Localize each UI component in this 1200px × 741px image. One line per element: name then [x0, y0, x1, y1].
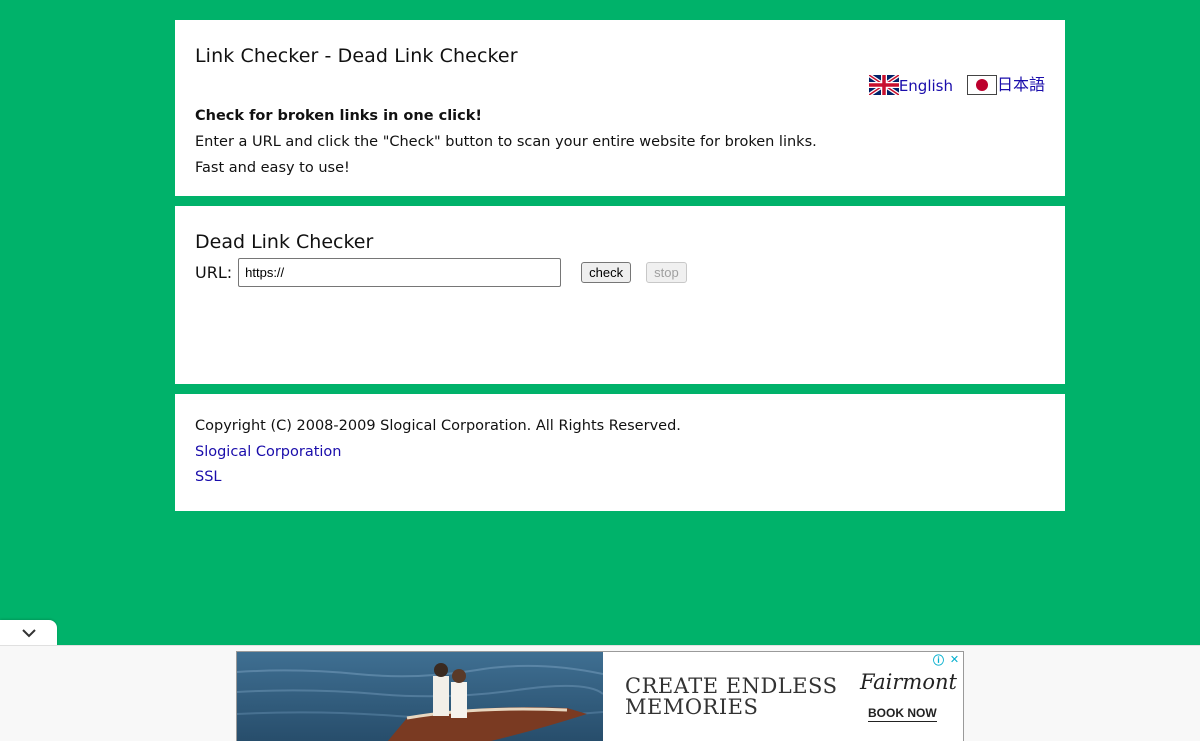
info-icon[interactable]: ⓘ [932, 653, 945, 667]
language-label-japanese: 日本語 [996, 75, 1045, 94]
ad-headline: CREATE ENDLESS MEMORIES [625, 676, 837, 718]
footer-link-slogical[interactable]: Slogical Corporation [195, 440, 681, 466]
language-label-english: English [898, 77, 953, 95]
usage-note: Fast and easy to use! [195, 160, 350, 176]
tagline: Check for broken links in one click! [195, 108, 482, 124]
ad-headline-line1: CREATE ENDLESS [625, 674, 838, 698]
footer-content: Copyright (C) 2008-2009 Slogical Corpora… [195, 414, 681, 491]
uk-flag-icon [868, 75, 899, 95]
ad-controls: ⓘ ✕ [932, 653, 961, 667]
ad-brand-logo: Fairmont [860, 670, 957, 694]
language-switcher: English 日本語 [868, 71, 1045, 95]
ad-photo [237, 652, 603, 741]
page-title: Link Checker - Dead Link Checker [195, 45, 518, 67]
url-form: URL: check stop [195, 258, 687, 287]
ad-banner[interactable]: CREATE ENDLESS MEMORIES Fairmont BOOK NO… [236, 651, 964, 741]
ad-headline-line2: MEMORIES [625, 695, 759, 719]
chevron-down-icon [21, 629, 36, 638]
checker-title: Dead Link Checker [195, 231, 374, 253]
language-link-japanese[interactable]: 日本語 [966, 71, 1045, 95]
ad-bar: CREATE ENDLESS MEMORIES Fairmont BOOK NO… [0, 645, 1200, 741]
language-link-english[interactable]: English [868, 75, 953, 95]
ad-collapse-toggle[interactable] [0, 620, 57, 646]
footer-link-ssl[interactable]: SSL [195, 465, 681, 491]
url-label: URL: [195, 263, 233, 282]
check-button[interactable]: check [581, 262, 632, 283]
url-input[interactable] [238, 258, 562, 287]
footer-panel: Copyright (C) 2008-2009 Slogical Corpora… [175, 394, 1065, 511]
copyright-text: Copyright (C) 2008-2009 Slogical Corpora… [195, 418, 681, 434]
ad-book-now-button[interactable]: BOOK NOW [868, 706, 937, 722]
close-icon[interactable]: ✕ [948, 653, 961, 666]
header-panel: Link Checker - Dead Link Checker English… [175, 20, 1065, 196]
description: Enter a URL and click the "Check" button… [195, 134, 817, 150]
checker-panel: Dead Link Checker URL: check stop [175, 206, 1065, 384]
intro-text: Check for broken links in one click! Ent… [195, 103, 817, 181]
stop-button[interactable]: stop [646, 262, 687, 283]
japan-flag-icon [966, 75, 997, 95]
